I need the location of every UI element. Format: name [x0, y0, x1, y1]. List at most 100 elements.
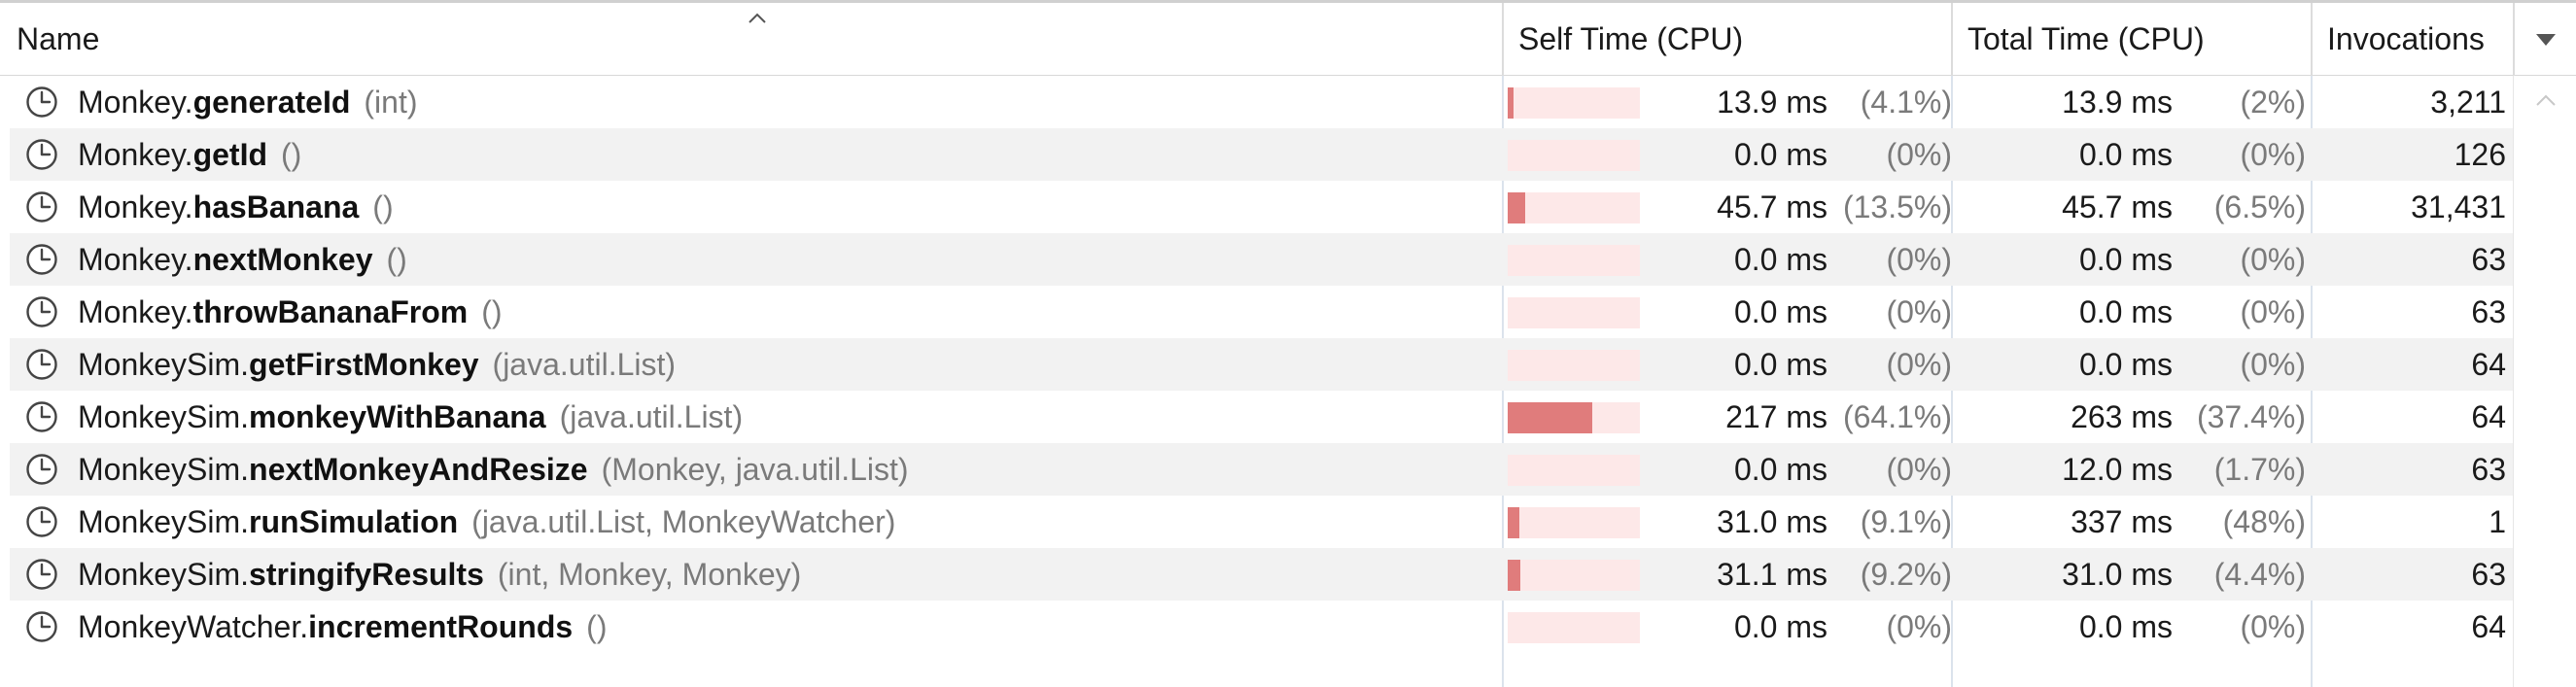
total-time-value: 0.0 ms	[2078, 242, 2173, 277]
method-label: generateId	[192, 85, 351, 120]
method-params: ()	[586, 609, 608, 644]
self-time-value: 31.0 ms	[1717, 504, 1828, 539]
column-header-invocations-label: Invocations	[2327, 21, 2485, 56]
class-name: Monkey.	[78, 189, 193, 224]
column-menu-button[interactable]	[2513, 3, 2576, 76]
self-time-value: 0.0 ms	[1733, 242, 1828, 277]
table-row[interactable]: Monkey.hasBanana () 45.7 ms (13.5%) 45.7 ms (…	[10, 181, 2513, 233]
method-label: throwBananaFrom	[192, 294, 469, 329]
method-params: (java.util.List, MonkeyWatcher)	[471, 504, 896, 539]
clock-icon	[25, 86, 58, 119]
table-row[interactable]: MonkeySim.runSimulation (java.util.List, …	[10, 496, 2513, 548]
class-name: MonkeyWatcher.	[78, 609, 309, 644]
scroll-up-icon[interactable]	[2535, 93, 2557, 107]
invocations-value: 63	[2471, 242, 2506, 277]
self-time-percent: (0%)	[1886, 294, 1952, 329]
self-time-percent: (4.1%)	[1860, 85, 1952, 120]
class-name: MonkeySim.	[78, 557, 250, 592]
clock-icon	[25, 453, 58, 486]
class-name: MonkeySim.	[78, 452, 250, 487]
vertical-scrollbar[interactable]	[2513, 76, 2576, 687]
class-name: Monkey.	[78, 242, 193, 277]
method-params: (Monkey, java.util.List)	[601, 452, 909, 487]
invocations-value: 64	[2471, 399, 2506, 434]
method-params: (java.util.List)	[559, 399, 744, 434]
self-time-bar-fill	[1508, 87, 1514, 119]
method-name: Monkey.nextMonkey ()	[78, 233, 407, 286]
self-time-percent: (0%)	[1886, 452, 1952, 487]
method-label: nextMonkeyAndResize	[249, 452, 588, 487]
method-label: hasBanana	[192, 189, 360, 224]
table-row[interactable]: MonkeyWatcher.incrementRounds () 0.0 ms (0%…	[10, 601, 2513, 653]
total-time-percent: (48%)	[2222, 504, 2306, 539]
self-time-bar-fill	[1508, 560, 1520, 591]
table-row[interactable]: MonkeySim.stringifyResults (int, Monkey, …	[10, 548, 2513, 601]
table-header: Name Self Time (CPU) Total Time (CPU) In…	[0, 0, 2576, 76]
total-time-percent: (0%)	[2240, 137, 2306, 172]
invocations-value: 63	[2471, 452, 2506, 487]
method-params: (int)	[364, 85, 418, 120]
method-params: (int, Monkey, Monkey)	[497, 557, 802, 592]
self-time-bar	[1508, 507, 1640, 538]
method-label: runSimulation	[249, 504, 459, 539]
self-time-bar-fill	[1508, 402, 1592, 433]
self-time-percent: (0%)	[1886, 137, 1952, 172]
method-name: Monkey.getId ()	[78, 128, 301, 181]
invocations-value: 126	[2454, 137, 2506, 172]
method-name: Monkey.generateId (int)	[78, 76, 418, 128]
class-name: Monkey.	[78, 137, 193, 172]
total-time-value: 0.0 ms	[2078, 294, 2173, 329]
self-time-value: 31.1 ms	[1717, 557, 1828, 592]
self-time-percent: (64.1%)	[1842, 399, 1952, 434]
self-time-bar	[1508, 297, 1640, 328]
class-name: Monkey.	[78, 294, 193, 329]
table-row[interactable]: MonkeySim.nextMonkeyAndResize (Monkey, ja…	[10, 443, 2513, 496]
clock-icon	[25, 610, 58, 643]
method-params: (java.util.List)	[492, 347, 677, 382]
self-time-bar	[1508, 560, 1640, 591]
table-row[interactable]: Monkey.throwBananaFrom () 0.0 ms (0%) 0.0 ms…	[10, 286, 2513, 338]
method-name: MonkeySim.getFirstMonkey (java.util.List)	[78, 338, 676, 391]
self-time-percent: (9.1%)	[1860, 504, 1952, 539]
class-name: Monkey.	[78, 85, 193, 120]
method-label: getFirstMonkey	[249, 347, 479, 382]
clock-icon	[25, 348, 58, 381]
column-header-self-time[interactable]: Self Time (CPU)	[1502, 3, 1951, 76]
table-row[interactable]: MonkeySim.getFirstMonkey (java.util.List)…	[10, 338, 2513, 391]
total-time-percent: (4.4%)	[2213, 557, 2306, 592]
column-header-name-label: Name	[17, 21, 100, 56]
total-time-percent: (2%)	[2240, 85, 2306, 120]
clock-icon	[25, 295, 58, 328]
self-time-value: 0.0 ms	[1733, 609, 1828, 644]
column-header-total-time[interactable]: Total Time (CPU)	[1951, 3, 2311, 76]
self-time-bar	[1508, 350, 1640, 381]
method-params: ()	[372, 189, 394, 224]
total-time-percent: (1.7%)	[2213, 452, 2306, 487]
sort-ascending-icon	[748, 13, 766, 23]
self-time-bar	[1508, 192, 1640, 223]
invocations-value: 1	[2489, 504, 2506, 539]
method-label: getId	[192, 137, 267, 172]
column-header-self-time-label: Self Time (CPU)	[1518, 21, 1744, 56]
total-time-value: 12.0 ms	[2062, 452, 2173, 487]
total-time-percent: (0%)	[2240, 294, 2306, 329]
method-name: Monkey.hasBanana ()	[78, 181, 394, 233]
clock-icon	[25, 138, 58, 171]
table-row[interactable]: MonkeySim.monkeyWithBanana (java.util.Lis…	[10, 391, 2513, 443]
table-row[interactable]: Monkey.nextMonkey () 0.0 ms (0%) 0.0 ms (0%) 6…	[10, 233, 2513, 286]
total-time-value: 31.0 ms	[2062, 557, 2173, 592]
method-name: MonkeySim.nextMonkeyAndResize (Monkey, ja…	[78, 443, 909, 496]
clock-icon	[25, 400, 58, 433]
self-time-bar-fill	[1508, 507, 1519, 538]
method-name: MonkeyWatcher.incrementRounds ()	[78, 601, 607, 653]
table-row[interactable]: Monkey.generateId (int) 13.9 ms (4.1%) 13.9 …	[10, 76, 2513, 128]
clock-icon	[25, 558, 58, 591]
table-row[interactable]: Monkey.getId () 0.0 ms (0%) 0.0 ms (0%) 126	[10, 128, 2513, 181]
column-header-invocations[interactable]: Invocations	[2311, 3, 2513, 76]
self-time-bar	[1508, 140, 1640, 171]
invocations-value: 31,431	[2411, 189, 2506, 224]
method-label: monkeyWithBanana	[249, 399, 546, 434]
invocations-value: 64	[2471, 609, 2506, 644]
invocations-value: 64	[2471, 347, 2506, 382]
class-name: MonkeySim.	[78, 347, 250, 382]
